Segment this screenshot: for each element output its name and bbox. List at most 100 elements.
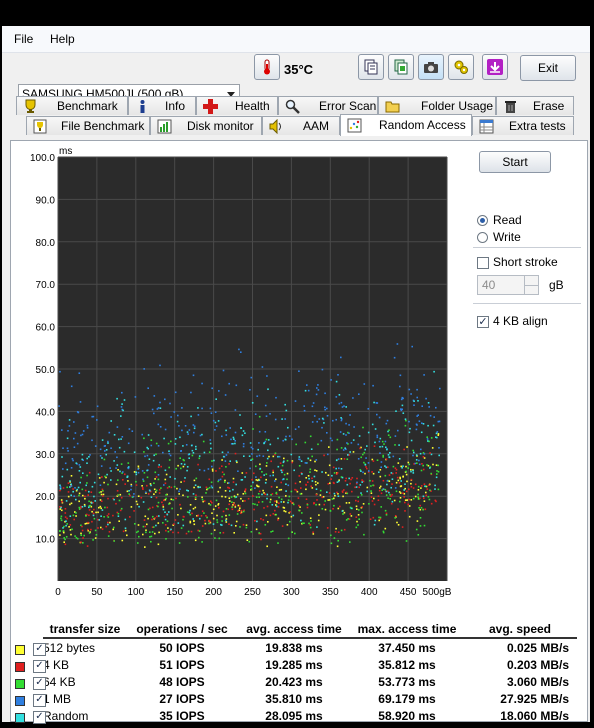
point-random	[272, 474, 274, 477]
save-button[interactable]	[482, 54, 508, 80]
point-64-kb	[230, 496, 233, 498]
point-1-mb	[146, 454, 149, 457]
point-64-kb	[436, 470, 438, 472]
point-1-mb	[177, 414, 179, 417]
point-random	[174, 477, 176, 480]
temperature-button[interactable]	[254, 54, 280, 80]
point-random	[308, 477, 310, 480]
point-64-kb	[430, 472, 432, 475]
col-transfer-size: transfer size	[43, 621, 127, 639]
options-icon	[454, 60, 468, 74]
point-4-kb	[354, 486, 356, 489]
point-512-bytes	[416, 520, 419, 522]
point-random	[113, 460, 115, 462]
series-visible-checkbox[interactable]: ✓	[33, 677, 46, 691]
spin-down-icon[interactable]	[524, 285, 538, 295]
point-1-mb	[345, 434, 347, 436]
point-1-mb	[320, 439, 323, 442]
point-1-mb	[386, 480, 389, 482]
tab-extra-tests[interactable]: Extra tests	[472, 116, 574, 135]
point-64-kb	[95, 534, 98, 536]
tab-info[interactable]: Info	[128, 96, 196, 115]
point-512-bytes	[265, 514, 268, 517]
point-4-kb	[361, 506, 363, 508]
point-1-mb	[174, 391, 177, 394]
menu-help[interactable]: Help	[50, 32, 75, 46]
point-64-kb	[329, 510, 332, 512]
point-4-kb	[321, 496, 324, 499]
series-visible-checkbox[interactable]: ✓	[33, 694, 46, 708]
spin-up-icon[interactable]	[524, 276, 538, 285]
point-512-bytes	[69, 503, 71, 506]
tab-health[interactable]: Health	[196, 96, 278, 115]
point-random	[387, 454, 390, 456]
point-1-mb	[157, 445, 160, 447]
point-4-kb	[289, 500, 292, 503]
point-1-mb	[284, 418, 286, 420]
write-radio[interactable]	[477, 232, 488, 243]
point-4-kb	[253, 472, 255, 475]
tab-label: Benchmark	[57, 99, 118, 113]
copy-all-button[interactable]	[388, 54, 414, 80]
point-1-mb	[159, 426, 162, 428]
point-64-kb	[387, 434, 390, 436]
short-stroke-size-input[interactable]: 40	[477, 275, 539, 295]
tab-error-scan[interactable]: Error Scan	[278, 96, 378, 115]
tab-random-access[interactable]: Random Access	[340, 114, 472, 136]
copy-text-button[interactable]	[358, 54, 384, 80]
tab-benchmark[interactable]: Benchmark	[16, 96, 128, 115]
point-random	[271, 504, 274, 506]
point-512-bytes	[124, 529, 127, 532]
point-1-mb	[147, 387, 149, 389]
align-4kb-checkbox[interactable]: ✓	[477, 316, 489, 328]
point-random	[66, 468, 69, 471]
point-random	[101, 509, 104, 511]
point-512-bytes	[219, 486, 221, 489]
point-512-bytes	[317, 519, 320, 522]
series-visible-checkbox[interactable]: ✓	[33, 660, 46, 674]
screenshot-button[interactable]	[418, 54, 444, 80]
point-64-kb	[223, 481, 226, 483]
tab-aam[interactable]: AAM	[262, 116, 340, 135]
series-visible-checkbox[interactable]: ✓	[33, 643, 46, 657]
point-512-bytes	[267, 521, 269, 523]
point-4-kb	[90, 491, 93, 493]
point-4-kb	[371, 500, 374, 502]
point-4-kb	[122, 530, 125, 533]
point-1-mb	[274, 480, 276, 482]
point-1-mb	[425, 397, 427, 400]
options-button[interactable]	[448, 54, 474, 80]
point-4-kb	[371, 480, 374, 482]
point-4-kb	[369, 518, 372, 520]
point-4-kb	[423, 497, 425, 499]
series-visible-checkbox[interactable]: ✓	[33, 711, 46, 725]
menu-file[interactable]: File	[14, 32, 33, 46]
point-4-kb	[355, 499, 357, 502]
table-row: ✓ 512 bytes 50 IOPS 19.838 ms 37.450 ms 0.025…	[15, 638, 577, 657]
point-4-kb	[82, 537, 84, 539]
point-1-mb	[91, 439, 93, 442]
point-random	[401, 467, 403, 469]
tab-erase[interactable]: Erase	[496, 96, 574, 115]
point-random	[275, 505, 278, 508]
point-512-bytes	[194, 506, 197, 509]
point-4-kb	[264, 493, 266, 495]
point-random	[61, 475, 64, 478]
point-512-bytes	[211, 512, 213, 514]
tab-file-benchmark[interactable]: File Benchmark	[26, 116, 150, 135]
point-64-kb	[65, 536, 68, 538]
point-512-bytes	[235, 520, 238, 523]
point-512-bytes	[182, 494, 184, 497]
point-random	[300, 460, 303, 462]
point-4-kb	[92, 512, 95, 515]
short-stroke-checkbox[interactable]	[477, 257, 489, 269]
point-64-kb	[60, 517, 62, 520]
tab-folder-usage[interactable]: Folder Usage	[378, 96, 496, 115]
start-button[interactable]: Start	[479, 151, 551, 173]
point-64-kb	[71, 528, 73, 531]
row-avg-speed: 0.025 MB/s	[506, 640, 569, 655]
exit-button[interactable]: Exit	[520, 55, 576, 81]
read-radio[interactable]	[477, 215, 488, 226]
point-4-kb	[195, 494, 197, 496]
tab-disk-monitor[interactable]: Disk monitor	[150, 116, 262, 135]
